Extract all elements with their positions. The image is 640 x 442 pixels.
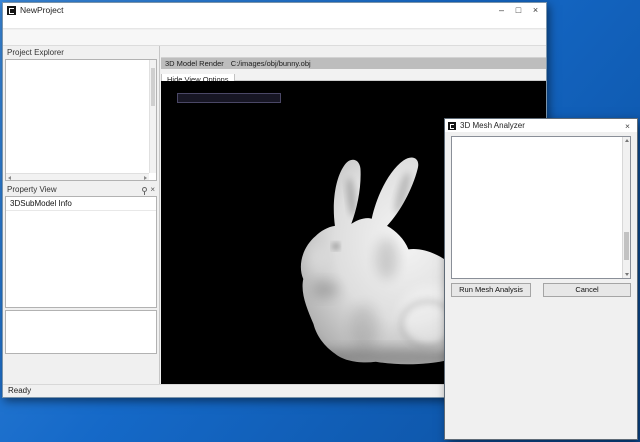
pin-icon[interactable] <box>142 187 147 192</box>
tree-vertical-scrollbar[interactable] <box>149 60 156 173</box>
project-explorer-header: Project Explorer <box>3 46 159 58</box>
dialog-close-icon[interactable]: × <box>621 120 634 132</box>
render-file-path: C:/images/obj/bunny.obj <box>231 59 311 69</box>
dialog-title-bar[interactable]: 3D Mesh Analyzer × <box>445 119 637 132</box>
view-options-bar: Hide View Options <box>161 69 546 81</box>
document-tab-bar <box>161 46 546 58</box>
property-grid: 3DSubModel Info <box>5 196 157 308</box>
maximize-button[interactable]: □ <box>510 4 527 17</box>
property-view-close-icon[interactable]: × <box>150 186 155 194</box>
results-scrollbar[interactable] <box>622 137 630 278</box>
dialog-app-icon <box>448 122 456 130</box>
render-view-header: 3D Model Render C:/images/obj/bunny.obj <box>161 58 546 69</box>
property-view-header: Property View × <box>3 183 159 195</box>
title-bar[interactable]: NewProject – □ × <box>3 3 546 17</box>
run-mesh-analysis-button[interactable]: Run Mesh Analysis <box>451 283 531 297</box>
analysis-results-box[interactable] <box>451 136 631 279</box>
stats-overlay <box>177 93 281 103</box>
app-icon <box>7 6 16 15</box>
toolbar <box>3 30 546 46</box>
project-explorer-title: Project Explorer <box>7 48 64 57</box>
project-tree[interactable] <box>5 59 157 181</box>
project-explorer-panel: Project Explorer Property View × 3DSubMo… <box>3 46 160 384</box>
property-view-title: Property View <box>7 185 57 194</box>
explorer-button-row <box>3 368 159 382</box>
dialog-button-row: Run Mesh Analysis Cancel <box>445 279 637 297</box>
desktop: NewProject – □ × Project Explorer Proper… <box>0 0 640 442</box>
render-view-title: 3D Model Render <box>165 59 224 69</box>
window-title: NewProject <box>20 5 63 15</box>
tree-horizontal-scrollbar[interactable] <box>6 173 149 180</box>
menu-bar <box>3 17 546 29</box>
minimize-button[interactable]: – <box>493 4 510 17</box>
cancel-button[interactable]: Cancel <box>543 283 631 297</box>
dialog-title: 3D Mesh Analyzer <box>460 121 525 130</box>
property-group-header: 3DSubModel Info <box>6 197 156 211</box>
close-button[interactable]: × <box>527 4 544 17</box>
empty-panel <box>5 310 157 354</box>
mesh-analyzer-dialog: 3D Mesh Analyzer × Run Mesh Analysis Can… <box>444 118 638 440</box>
